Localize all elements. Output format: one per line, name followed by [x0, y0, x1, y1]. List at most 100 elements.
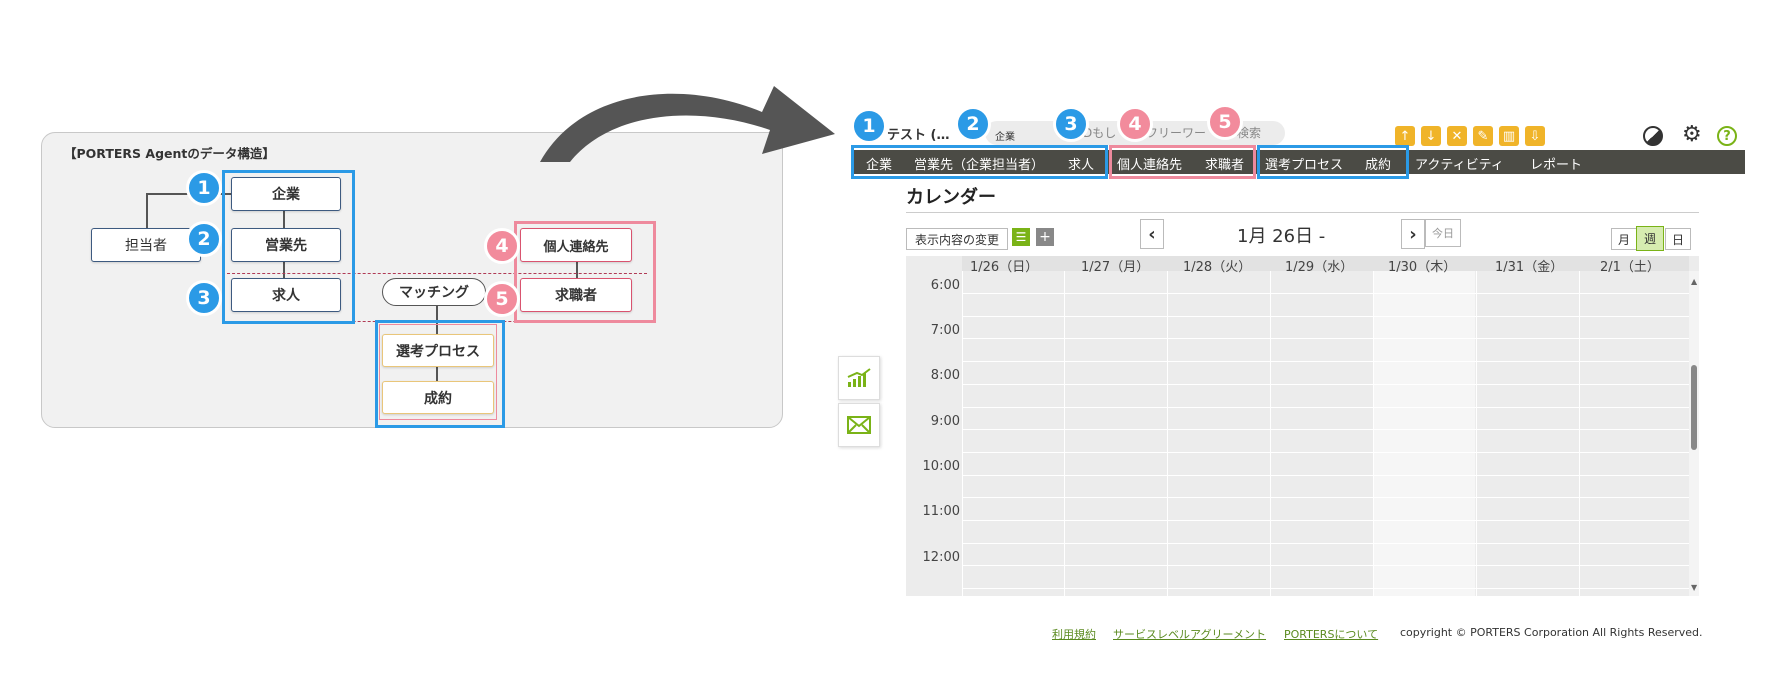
day-header-1: 1/26（日） [970, 260, 1039, 275]
badge-1: 1 [186, 170, 222, 206]
day-header-6: 1/31（金） [1495, 260, 1564, 275]
tab-company[interactable]: 企業 [995, 128, 1015, 143]
calendar-grid[interactable] [906, 256, 1699, 596]
arrow-icon [540, 86, 835, 162]
title-divider [906, 212, 1699, 213]
scrollbar-thumb[interactable] [1691, 365, 1697, 450]
time-label: 6:00 [930, 278, 960, 293]
connector-line [146, 193, 148, 229]
badge-1: 1 [851, 108, 887, 144]
grid-line [962, 384, 1689, 385]
download-icon[interactable]: ↓ [1421, 126, 1441, 146]
node-sales-contact: 営業先 [231, 228, 341, 262]
gear-icon[interactable]: ⚙ [1682, 122, 1702, 147]
grid-line [1167, 271, 1168, 596]
inbox-icon[interactable]: ⇩ [1525, 126, 1545, 146]
tab-test[interactable]: テスト (… [887, 124, 949, 143]
grid-line [962, 475, 1689, 476]
node-personal-contact: 個人連絡先 [520, 228, 632, 262]
list-icon[interactable]: ☰ [1012, 228, 1030, 246]
badge-4: 4 [484, 228, 520, 264]
grid-line [1476, 271, 1477, 596]
grid-line [962, 565, 1689, 566]
diagram-title: 【PORTERS Agentのデータ構造】 [64, 146, 275, 161]
next-button[interactable]: › [1401, 219, 1425, 249]
data-structure-diagram: 【PORTERS Agentのデータ構造】 企業 担当者 営業先 求人 マッチン… [41, 132, 783, 428]
upload-icon[interactable]: ↑ [1395, 126, 1415, 146]
today-column [1374, 271, 1475, 596]
day-header-7: 2/1（土） [1600, 260, 1660, 275]
merge-icon[interactable]: ✕ [1447, 126, 1467, 146]
grid-line [962, 271, 963, 596]
node-selection-process: 選考プロセス [382, 334, 494, 367]
chart-icon-glyph [847, 368, 871, 387]
grid-line [962, 338, 1689, 339]
add-icon[interactable]: + [1036, 228, 1054, 246]
view-day-button[interactable]: 日 [1665, 228, 1691, 250]
grid-line [962, 361, 1689, 362]
day-header-4: 1/29（水） [1285, 260, 1354, 275]
view-week-button[interactable]: 週 [1636, 226, 1664, 251]
scroll-up-icon[interactable]: ▲ [1691, 277, 1697, 286]
page-title: カレンダー [906, 187, 996, 208]
chart-icon[interactable] [838, 356, 880, 400]
theme-icon[interactable] [1643, 126, 1663, 146]
badge-5: 5 [484, 281, 520, 317]
grid-line [962, 543, 1689, 544]
time-label: 12:00 [922, 550, 960, 565]
help-icon[interactable]: ? [1717, 126, 1737, 146]
change-display-button[interactable]: 表示内容の変更 [906, 228, 1008, 250]
grid-line [962, 497, 1689, 498]
scroll-down-icon[interactable]: ▼ [1691, 583, 1697, 592]
node-contract: 成約 [382, 381, 494, 414]
badge-5: 5 [1207, 104, 1243, 140]
grid-line [962, 407, 1689, 408]
badge-3: 3 [186, 280, 222, 316]
grid-line [1270, 271, 1271, 596]
nav-group-frame-blue [851, 145, 1108, 179]
badge-2: 2 [186, 221, 222, 257]
badge-4: 4 [1117, 106, 1153, 142]
footer-about-link[interactable]: PORTERSについて [1284, 626, 1378, 642]
today-button[interactable]: 今日 [1425, 219, 1461, 247]
nav-group-frame-pink [1109, 145, 1256, 179]
edit-icon[interactable]: ✎ [1473, 126, 1493, 146]
nav-activity[interactable]: アクティビティ [1415, 154, 1504, 173]
nav-group-frame-blue [1257, 145, 1409, 179]
grid-line [1373, 271, 1374, 596]
trash-icon[interactable]: ▥ [1499, 126, 1519, 146]
badge-3: 3 [1053, 106, 1089, 142]
mail-icon[interactable] [838, 403, 880, 447]
footer-copyright: copyright © PORTERS Corporation All Righ… [1400, 626, 1703, 639]
time-label: 8:00 [930, 368, 960, 383]
time-label: 10:00 [922, 459, 960, 474]
nav-report[interactable]: レポート [1530, 154, 1582, 173]
node-matching: マッチング [382, 278, 486, 306]
grid-line [962, 316, 1689, 317]
prev-button[interactable]: ‹ [1140, 219, 1164, 249]
grid-line [1579, 271, 1580, 596]
node-candidate: 求職者 [520, 278, 632, 312]
grid-line [962, 452, 1689, 453]
node-company: 企業 [231, 177, 341, 211]
footer-sla-link[interactable]: サービスレベルアグリーメント [1113, 626, 1266, 642]
footer-terms-link[interactable]: 利用規約 [1052, 626, 1096, 642]
mail-icon-glyph [847, 416, 871, 434]
time-label: 9:00 [930, 414, 960, 429]
time-label: 7:00 [930, 323, 960, 338]
date-range-label: 1月 26日 - [1237, 226, 1326, 247]
node-job: 求人 [231, 278, 341, 312]
node-staff: 担当者 [91, 228, 201, 262]
view-month-button[interactable]: 月 [1611, 228, 1637, 250]
day-header-3: 1/28（火） [1183, 260, 1252, 275]
badge-2: 2 [955, 106, 991, 142]
grid-line [962, 520, 1689, 521]
day-header-2: 1/27（月） [1081, 260, 1150, 275]
tab-freeword[interactable]: フリーワー [1146, 124, 1206, 141]
grid-line [1064, 271, 1065, 596]
grid-line [962, 293, 1689, 294]
day-header-5: 1/30（木） [1388, 260, 1457, 275]
grid-line [962, 429, 1689, 430]
time-label: 11:00 [922, 504, 960, 519]
grid-line [962, 588, 1689, 589]
